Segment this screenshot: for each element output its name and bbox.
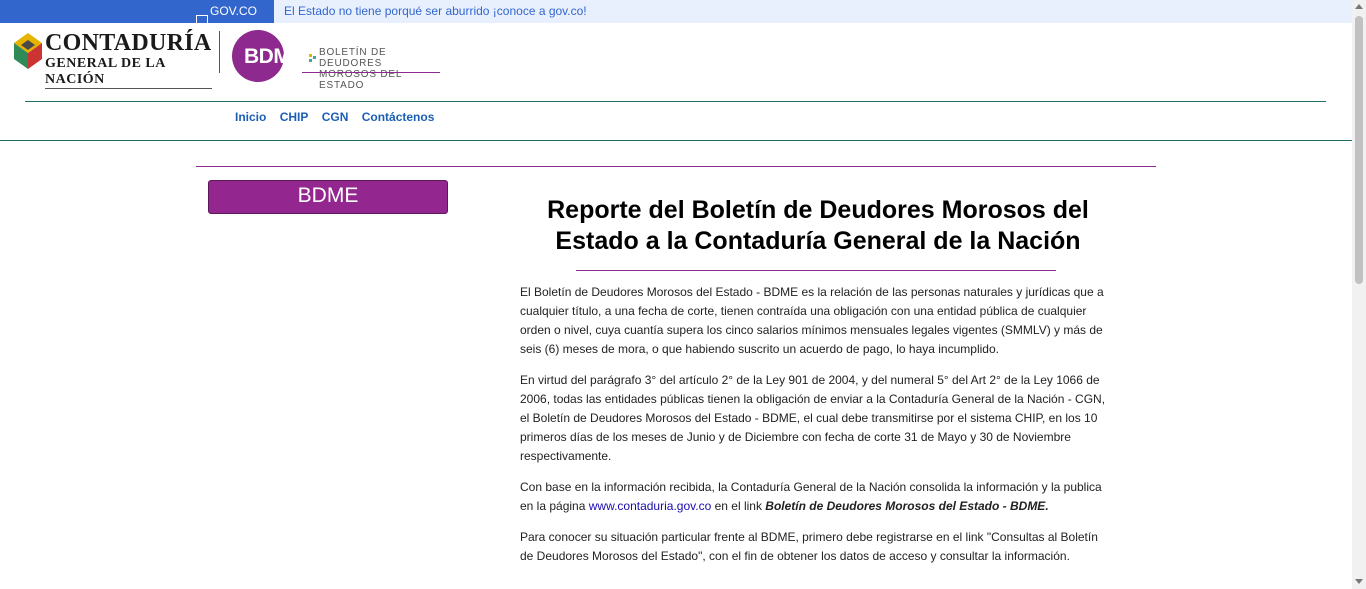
contaduria-link[interactable]: www.contaduria.gov.co <box>589 499 712 513</box>
page-scrollbar[interactable] <box>1352 0 1366 589</box>
nav-cgn[interactable]: CGN <box>322 110 349 124</box>
contaduria-title: CONTADURÍA <box>45 30 212 56</box>
bdme-logo-caption: BOLETÍN DE DEUDORES MOROSOS DEL ESTADO <box>319 47 442 91</box>
title-underline <box>576 270 1056 271</box>
nav-inicio[interactable]: Inicio <box>235 110 266 124</box>
header-divider <box>25 101 1326 102</box>
paragraph-legal-basis: En virtud del parágrafo 3° del artículo … <box>520 373 1106 463</box>
bdme-link-name: Boletín de Deudores Morosos del Estado -… <box>765 499 1049 513</box>
main-nav: Inicio CHIP CGN Contáctenos <box>235 110 444 124</box>
paragraph-publication-middle: en el link <box>711 499 766 513</box>
bdme-logo[interactable]: BDME BOLETÍN DE DEUDORES MOROSOS DEL EST… <box>232 30 442 91</box>
contaduria-subtitle: GENERAL DE LA NACIÓN <box>45 56 212 89</box>
gov-bar-message[interactable]: El Estado no tiene porqué ser aburrido ¡… <box>284 4 587 18</box>
nav-contactenos[interactable]: Contáctenos <box>362 110 435 124</box>
scroll-up-icon[interactable] <box>1355 4 1363 9</box>
gov-co-text: GOV.CO <box>210 4 257 18</box>
nav-chip[interactable]: CHIP <box>280 110 309 124</box>
bdme-logo-word: BDME <box>244 45 304 68</box>
content-top-divider <box>196 166 1156 167</box>
nav-divider <box>0 140 1352 141</box>
scroll-down-icon[interactable] <box>1355 579 1363 584</box>
scroll-thumb[interactable] <box>1355 16 1363 284</box>
sidebar-bdme-button[interactable]: BDME <box>208 180 448 214</box>
contaduria-emblem-icon <box>14 33 42 69</box>
main-content: Reporte del Boletín de Deudores Morosos … <box>520 195 1112 566</box>
logo-divider <box>219 31 220 73</box>
paragraph-publication: Con base en la información recibida, la … <box>520 478 1112 516</box>
paragraph-consultation: Para conocer su situación particular fre… <box>520 530 1098 563</box>
gov-logo-block[interactable]: sGOV.CO <box>0 0 274 28</box>
bdme-logo-underline <box>302 72 440 73</box>
paragraph-definition: El Boletín de Deudores Morosos del Estad… <box>520 285 1104 356</box>
bdme-dots-icon <box>309 54 317 62</box>
gov-bar: sGOV.CO El Estado no tiene porqué ser ab… <box>0 0 1352 28</box>
site-header: CONTADURÍA GENERAL DE LA NACIÓN BDME BOL… <box>0 23 1352 101</box>
bdme-caption-line1: BOLETÍN DE DEUDORES <box>319 47 387 69</box>
contaduria-logo[interactable]: CONTADURÍA GENERAL DE LA NACIÓN <box>12 30 212 89</box>
page-title: Reporte del Boletín de Deudores Morosos … <box>547 196 1089 255</box>
